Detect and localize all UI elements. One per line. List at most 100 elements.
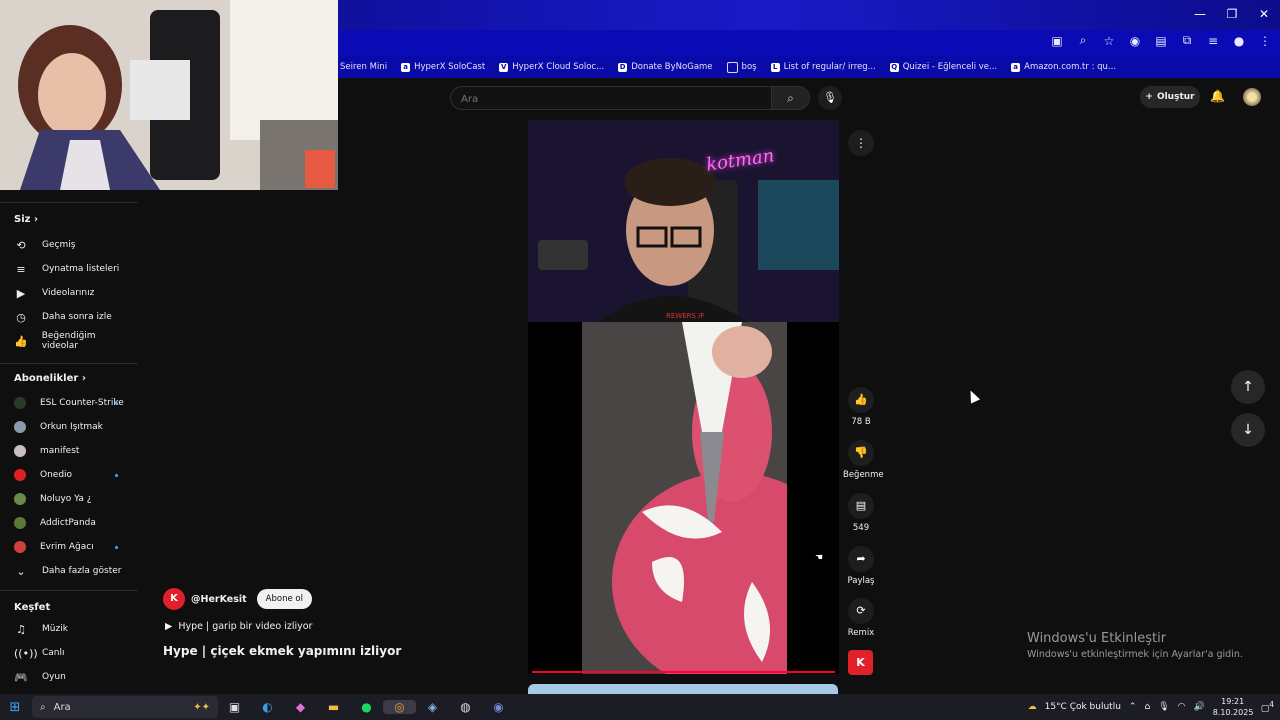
subscription-item[interactable]: AddictPanda bbox=[14, 514, 132, 532]
bookmark-favicon-icon: a bbox=[401, 62, 411, 72]
channel-avatar bbox=[14, 541, 26, 553]
subscription-item[interactable]: ESL Counter-Strike bbox=[14, 394, 132, 412]
share-action[interactable]: ➦ Paylaş bbox=[843, 546, 879, 586]
shorts-player[interactable]: kotman REWERS /F bbox=[528, 120, 839, 674]
thumbs-up-icon[interactable]: 👍 bbox=[848, 387, 874, 413]
next-short-preview[interactable] bbox=[528, 684, 838, 694]
comment-icon[interactable]: ▤ bbox=[848, 493, 874, 519]
channel-avatar[interactable]: K bbox=[163, 588, 185, 610]
search-box[interactable] bbox=[450, 86, 772, 110]
subscription-item[interactable]: manifest bbox=[14, 442, 132, 460]
video-progress-bar[interactable] bbox=[532, 671, 835, 673]
search-button[interactable]: ⌕ bbox=[771, 86, 810, 110]
channel-name[interactable]: @HerKesit bbox=[191, 594, 247, 605]
sidebar-item[interactable]: ≡ Oynatma listeleri bbox=[14, 260, 132, 278]
sidebar-item-label: Daha sonra izle bbox=[42, 312, 112, 322]
explore-icon: ((•)) bbox=[14, 646, 38, 660]
next-short-button[interactable]: ↓ bbox=[1231, 413, 1265, 447]
create-button[interactable]: + Oluştur bbox=[1140, 86, 1200, 108]
subscribe-button[interactable]: Abone ol bbox=[256, 589, 312, 609]
mic-tray-icon[interactable]: 🎙 bbox=[1158, 702, 1169, 712]
windows-activation-watermark: Windows'u Etkinleştir Windows'u etkinleş… bbox=[1027, 631, 1243, 660]
explore-item[interactable]: ((•)) Canlı bbox=[14, 644, 132, 662]
bookmark-item[interactable]: L List of regular/ irreg... bbox=[770, 62, 876, 72]
sidebar-show-more[interactable]: ⌄ Daha fazla göster bbox=[14, 562, 132, 580]
subscription-item[interactable]: Noluyo Ya ¿ bbox=[14, 490, 132, 508]
zoom-icon[interactable]: ⌕ bbox=[1076, 33, 1090, 48]
sidebar-item-label: Geçmiş bbox=[42, 240, 76, 250]
share-icon[interactable]: ➦ bbox=[848, 546, 874, 572]
search-input[interactable] bbox=[459, 90, 763, 108]
channel-logo-button[interactable]: K bbox=[848, 650, 873, 675]
bookmark-item[interactable]: Q Quizei - Eğlenceli ve... bbox=[889, 62, 997, 72]
explore-item[interactable]: ♫ Müzik bbox=[14, 620, 132, 638]
steam-icon[interactable]: ◈ bbox=[416, 700, 449, 714]
menu-icon[interactable]: ⋮ bbox=[1258, 34, 1272, 48]
bookmark-item[interactable]: boş bbox=[726, 61, 757, 73]
streamer-image bbox=[528, 120, 839, 322]
subscription-item[interactable]: Orkun Işıtmak bbox=[14, 418, 132, 436]
subscription-item[interactable]: Onedio bbox=[14, 466, 132, 484]
clock[interactable]: 19:21 8.10.2025 bbox=[1213, 696, 1254, 718]
playlist-link[interactable]: ▶ Hype | garip bir video izliyor bbox=[165, 621, 312, 632]
puzzle-icon[interactable]: ⧉ bbox=[1180, 33, 1194, 48]
sidebar-divider bbox=[0, 363, 138, 364]
remix-action[interactable]: ⟳ Remix bbox=[843, 598, 879, 638]
explore-item[interactable]: 🎮 Oyun bbox=[14, 668, 132, 686]
subscription-item[interactable]: Evrim Ağacı bbox=[14, 538, 132, 556]
bookmark-item[interactable]: D Donate ByNoGame bbox=[618, 62, 713, 72]
volume-icon[interactable]: 🔊 bbox=[1193, 702, 1204, 712]
close-button[interactable]: ✕ bbox=[1248, 0, 1280, 28]
extension-icon[interactable]: ◉ bbox=[1128, 34, 1142, 48]
windows-start-icon[interactable]: ⊞ bbox=[0, 700, 30, 715]
account-avatar[interactable] bbox=[1243, 88, 1261, 106]
wifi-icon[interactable]: ◠ bbox=[1178, 702, 1186, 712]
sidebar-subscriptions-header[interactable]: Abonelikler › bbox=[14, 373, 86, 384]
cast-icon[interactable]: ▣ bbox=[1050, 34, 1064, 48]
subscription-label: AddictPanda bbox=[40, 518, 96, 528]
dislike-label: Beğenme bbox=[843, 470, 884, 480]
remix-icon[interactable]: ⟳ bbox=[848, 598, 874, 624]
discord-icon[interactable]: ◉ bbox=[482, 700, 515, 714]
chrome-icon[interactable]: ◎ bbox=[383, 700, 416, 714]
media-icon[interactable]: ≡ bbox=[1206, 34, 1220, 48]
explore-item-label: Oyun bbox=[42, 672, 66, 682]
sidebar-you-header[interactable]: Siz › bbox=[14, 214, 38, 225]
edge-icon[interactable]: ◐ bbox=[251, 700, 284, 714]
thumbs-down-icon[interactable]: 👎 bbox=[848, 440, 874, 466]
notification-icon[interactable]: ▢4 bbox=[1261, 700, 1274, 714]
chevron-up-icon[interactable]: ⌃ bbox=[1129, 702, 1137, 712]
taskbar-search[interactable]: ⌕ Ara ✦✦ bbox=[32, 696, 218, 718]
new-content-dot bbox=[115, 545, 118, 549]
bookmark-item[interactable]: Seiren Mini bbox=[340, 62, 387, 72]
minimize-button[interactable]: — bbox=[1184, 0, 1216, 28]
copilot-icon[interactable]: ◆ bbox=[284, 700, 317, 714]
like-action[interactable]: 👍 78 B bbox=[843, 387, 879, 427]
task-view-icon[interactable]: ▣ bbox=[218, 700, 251, 714]
more-options-button[interactable]: ⋮ bbox=[848, 130, 874, 156]
restore-button[interactable]: ❐ bbox=[1216, 0, 1248, 28]
obs-icon[interactable]: ◍ bbox=[449, 700, 482, 714]
spotify-icon[interactable]: ● bbox=[350, 700, 383, 714]
bookmark-item[interactable]: a HyperX SoloCast bbox=[401, 62, 485, 72]
sidebar-item[interactable]: ⟲ Geçmiş bbox=[14, 236, 132, 254]
network-icon[interactable]: ⌂ bbox=[1144, 702, 1150, 712]
bookmark-item[interactable]: V HyperX Cloud Soloc... bbox=[499, 62, 604, 72]
sidebar-item[interactable]: ▶ Videolarınız bbox=[14, 284, 132, 302]
previous-short-button[interactable]: ↑ bbox=[1231, 370, 1265, 404]
sidebar-item[interactable]: 👍 Beğendiğim videolar bbox=[14, 331, 132, 351]
star-icon[interactable]: ☆ bbox=[1102, 34, 1116, 48]
profile-icon[interactable]: ● bbox=[1232, 34, 1246, 48]
weather-icon: ☁ bbox=[1027, 702, 1037, 712]
comments-action[interactable]: ▤ 549 bbox=[843, 493, 879, 533]
translate-icon[interactable]: ▤ bbox=[1154, 34, 1168, 48]
file-explorer-icon[interactable]: ▬ bbox=[317, 700, 350, 714]
voice-search-button[interactable]: 🎙 bbox=[818, 86, 842, 110]
create-label: Oluştur bbox=[1156, 92, 1195, 102]
dislike-action[interactable]: 👎 Beğenme bbox=[843, 440, 884, 480]
notifications-bell-icon[interactable]: 🔔 bbox=[1210, 89, 1225, 103]
activation-subtitle: Windows'u etkinleştirmek için Ayarlar'a … bbox=[1027, 649, 1243, 660]
weather-text[interactable]: 15°C Çok bulutlu bbox=[1045, 702, 1121, 712]
sidebar-item[interactable]: ◷ Daha sonra izle bbox=[14, 308, 132, 326]
bookmark-item[interactable]: a Amazon.com.tr : qu... bbox=[1011, 62, 1116, 72]
